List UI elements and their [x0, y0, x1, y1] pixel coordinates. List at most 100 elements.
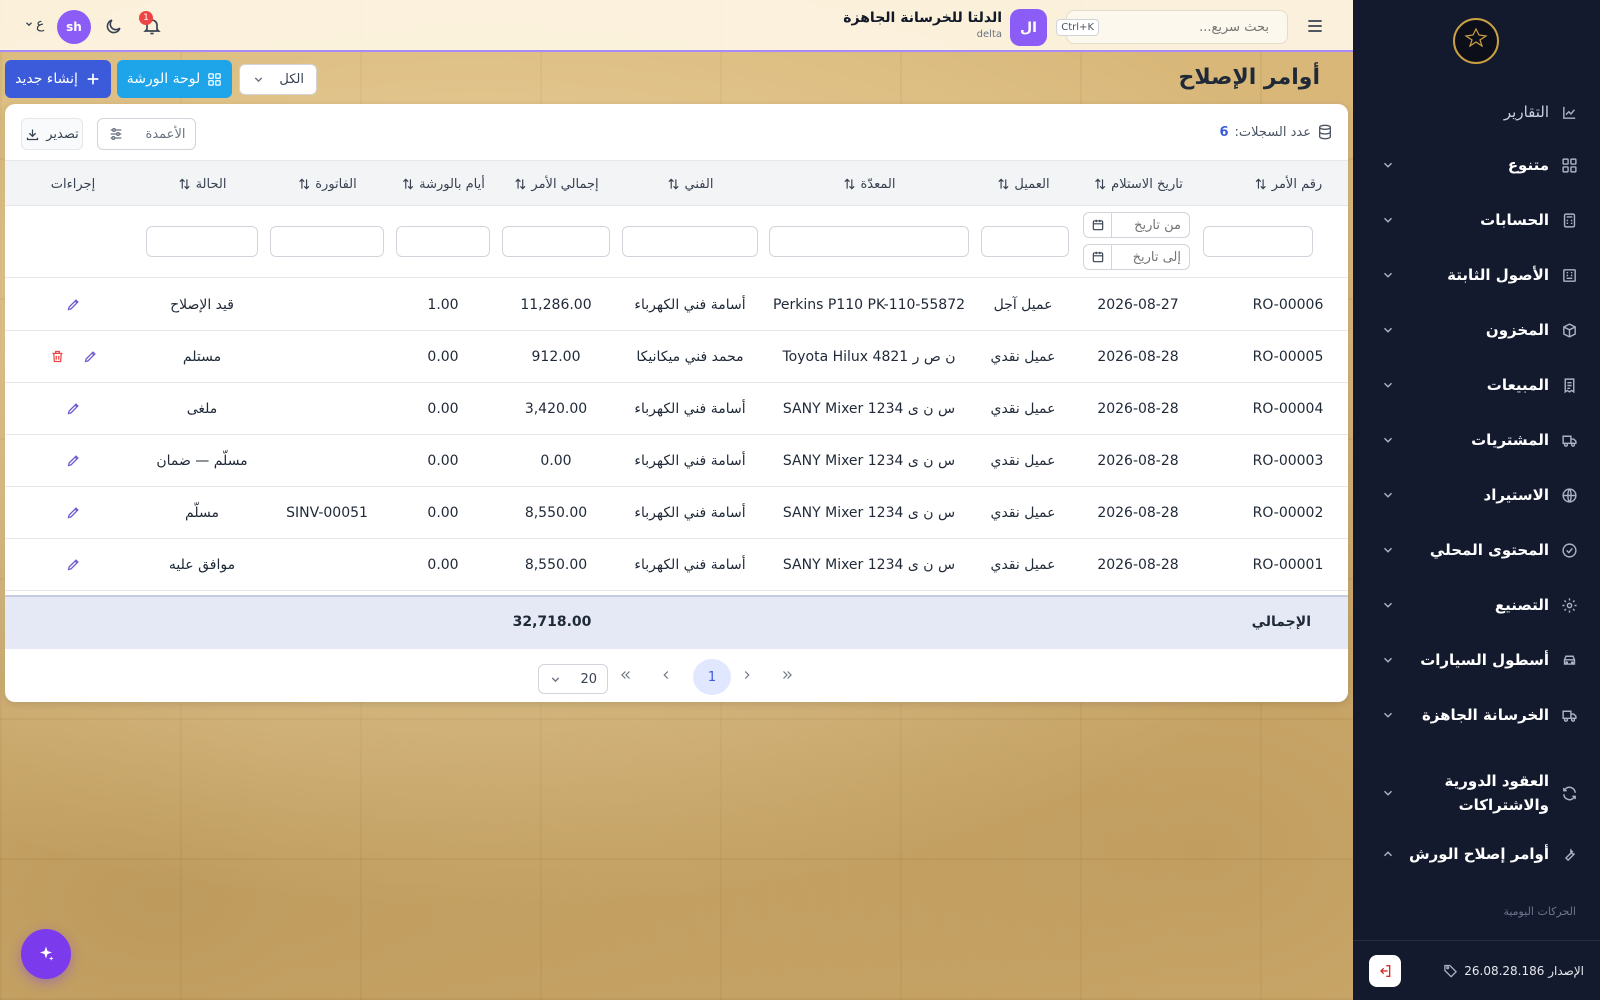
- create-new-button[interactable]: إنشاء جديد: [5, 60, 111, 98]
- search-input[interactable]: [1099, 19, 1269, 35]
- user-avatar[interactable]: sh: [57, 10, 91, 44]
- receipt-icon: [1561, 377, 1578, 394]
- cell-total: 11,286.00: [520, 297, 592, 313]
- table-row[interactable]: RO-00003 2026-08-28 عميل نقدي SANY Mixer س …: [5, 435, 1348, 487]
- status-filter-select[interactable]: الكل: [239, 64, 317, 95]
- edit-icon[interactable]: [83, 349, 98, 364]
- sort-icon[interactable]: [401, 177, 415, 191]
- from-date-picker[interactable]: [1084, 213, 1112, 237]
- column-header-technician[interactable]: الفني: [667, 161, 713, 207]
- calendar-icon: [1091, 250, 1105, 264]
- sidebar-item-8[interactable]: المحتوى المحلي: [1353, 528, 1600, 572]
- moon-icon[interactable]: [104, 17, 123, 36]
- sort-icon[interactable]: [513, 177, 527, 191]
- table-row[interactable]: RO-00001 2026-08-28 عميل نقدي SANY Mixer س …: [5, 539, 1348, 591]
- sort-icon[interactable]: [178, 177, 192, 191]
- sidebar-item-1[interactable]: متنوع: [1353, 143, 1600, 187]
- sidebar-item-0[interactable]: التقارير: [1353, 90, 1600, 134]
- sort-icon[interactable]: [1093, 177, 1107, 191]
- columns-button[interactable]: الأعمدة: [97, 118, 196, 150]
- edit-icon[interactable]: [66, 453, 81, 468]
- column-header-client[interactable]: العميل: [996, 161, 1050, 207]
- column-header-status[interactable]: الحالة: [178, 161, 226, 207]
- cell-invoice[interactable]: SINV-00051: [286, 487, 368, 539]
- table-row[interactable]: RO-00002 2026-08-28 عميل نقدي SANY Mixer س …: [5, 487, 1348, 539]
- sidebar-subitem-daily[interactable]: الحركات اليومية: [1503, 905, 1576, 918]
- filter-client[interactable]: [981, 226, 1069, 257]
- cell-client: عميل نقدي: [990, 505, 1056, 521]
- company-logo[interactable]: [1453, 18, 1499, 64]
- prev-page-button[interactable]: [731, 659, 763, 691]
- filter-order-total[interactable]: [502, 226, 610, 257]
- column-header-invoice[interactable]: الفاتورة: [297, 161, 357, 207]
- quick-search[interactable]: Ctrl+K: [1056, 10, 1288, 44]
- sidebar-item-9[interactable]: التصنيع: [1353, 583, 1600, 627]
- chevron-right-icon: [740, 668, 754, 682]
- column-header-order-total[interactable]: إجمالي الأمر: [513, 161, 599, 207]
- page-size-select[interactable]: 20: [538, 664, 608, 694]
- column-header-received-date[interactable]: تاريخ الاستلام: [1093, 161, 1183, 207]
- column-header-workshop-days[interactable]: أيام بالورشة: [401, 161, 485, 207]
- column-header-label: المعدّة: [860, 176, 896, 192]
- sidebar-item-11[interactable]: الخرسانة الجاهزة: [1353, 693, 1600, 737]
- edit-icon[interactable]: [66, 401, 81, 416]
- next-page-button[interactable]: [650, 659, 682, 691]
- language-label: ع: [36, 16, 45, 32]
- cell-order-no: RO-00006: [1252, 297, 1324, 313]
- sort-icon[interactable]: [297, 177, 311, 191]
- sort-icon[interactable]: [1254, 177, 1268, 191]
- sidebar-item-13[interactable]: أوامر إصلاح الورش: [1353, 832, 1600, 876]
- to-date-input[interactable]: [1117, 249, 1189, 265]
- sidebar-item-12[interactable]: العقود الدورية والاشتراكات: [1353, 760, 1600, 826]
- table-row[interactable]: RO-00005 2026-08-28 عميل نقدي Toyota Hilux …: [5, 331, 1348, 383]
- ai-assistant-button[interactable]: [21, 929, 71, 979]
- filter-technician[interactable]: [622, 226, 758, 257]
- cell-order-no: RO-00005: [1252, 349, 1324, 365]
- first-page-button[interactable]: [771, 659, 803, 691]
- logout-button[interactable]: [1369, 954, 1401, 987]
- filter-invoice[interactable]: [270, 226, 384, 257]
- column-header-label: إجراءات: [50, 176, 96, 192]
- sidebar-item-10[interactable]: أسطول السيارات: [1353, 638, 1600, 682]
- to-date-picker[interactable]: [1084, 245, 1112, 269]
- chevron-down-icon: [1381, 268, 1395, 282]
- cell-total: 0.00: [540, 453, 572, 469]
- filter-equipment[interactable]: [769, 226, 969, 257]
- sidebar-item-6[interactable]: المشتريات: [1353, 418, 1600, 462]
- filter-to-date[interactable]: [1083, 244, 1190, 270]
- edit-icon[interactable]: [66, 297, 81, 312]
- column-header-order-no[interactable]: رقم الأمر: [1254, 161, 1322, 207]
- sort-icon[interactable]: [667, 177, 681, 191]
- workshop-board-button[interactable]: لوحة الورشة: [117, 60, 232, 98]
- sidebar-item-5[interactable]: المبيعات: [1353, 363, 1600, 407]
- from-date-input[interactable]: [1117, 217, 1189, 233]
- sort-icon[interactable]: [996, 177, 1010, 191]
- chevrons-right-icon: [780, 668, 794, 682]
- trash-icon[interactable]: [50, 349, 65, 364]
- filter-order-no[interactable]: [1203, 226, 1313, 257]
- sidebar-item-2[interactable]: الحسابات: [1353, 198, 1600, 242]
- menu-icon[interactable]: [1305, 16, 1325, 36]
- edit-icon[interactable]: [66, 505, 81, 520]
- total-row: الإجمالي 32,718.00: [5, 595, 1348, 649]
- sidebar-item-3[interactable]: الأصول الثابتة: [1353, 253, 1600, 297]
- sidebar-item-label: المخزون: [1485, 321, 1549, 339]
- filter-status[interactable]: [146, 226, 258, 257]
- company-code: delta: [976, 29, 1002, 40]
- language-switcher[interactable]: ع: [24, 16, 44, 32]
- sort-icon[interactable]: [843, 177, 857, 191]
- database-icon: [1317, 124, 1333, 140]
- table-row[interactable]: RO-00006 2026-08-27 عميل آجل Perkins P110 P…: [5, 279, 1348, 331]
- table-row[interactable]: RO-00004 2026-08-28 عميل نقدي SANY Mixer س …: [5, 383, 1348, 435]
- page-number-current[interactable]: 1: [693, 659, 731, 695]
- sidebar-item-4[interactable]: المخزون: [1353, 308, 1600, 352]
- column-header-equipment[interactable]: المعدّة: [843, 161, 896, 207]
- last-page-button[interactable]: [610, 659, 642, 691]
- edit-icon[interactable]: [66, 557, 81, 572]
- company-name[interactable]: الدلتا للخرسانة الجاهزة: [843, 10, 1002, 26]
- filter-from-date[interactable]: [1083, 212, 1190, 238]
- sidebar-item-7[interactable]: الاستيراد: [1353, 473, 1600, 517]
- export-button[interactable]: تصدير: [21, 118, 83, 150]
- filter-workshop-days[interactable]: [396, 226, 490, 257]
- company-avatar[interactable]: ال: [1010, 9, 1047, 46]
